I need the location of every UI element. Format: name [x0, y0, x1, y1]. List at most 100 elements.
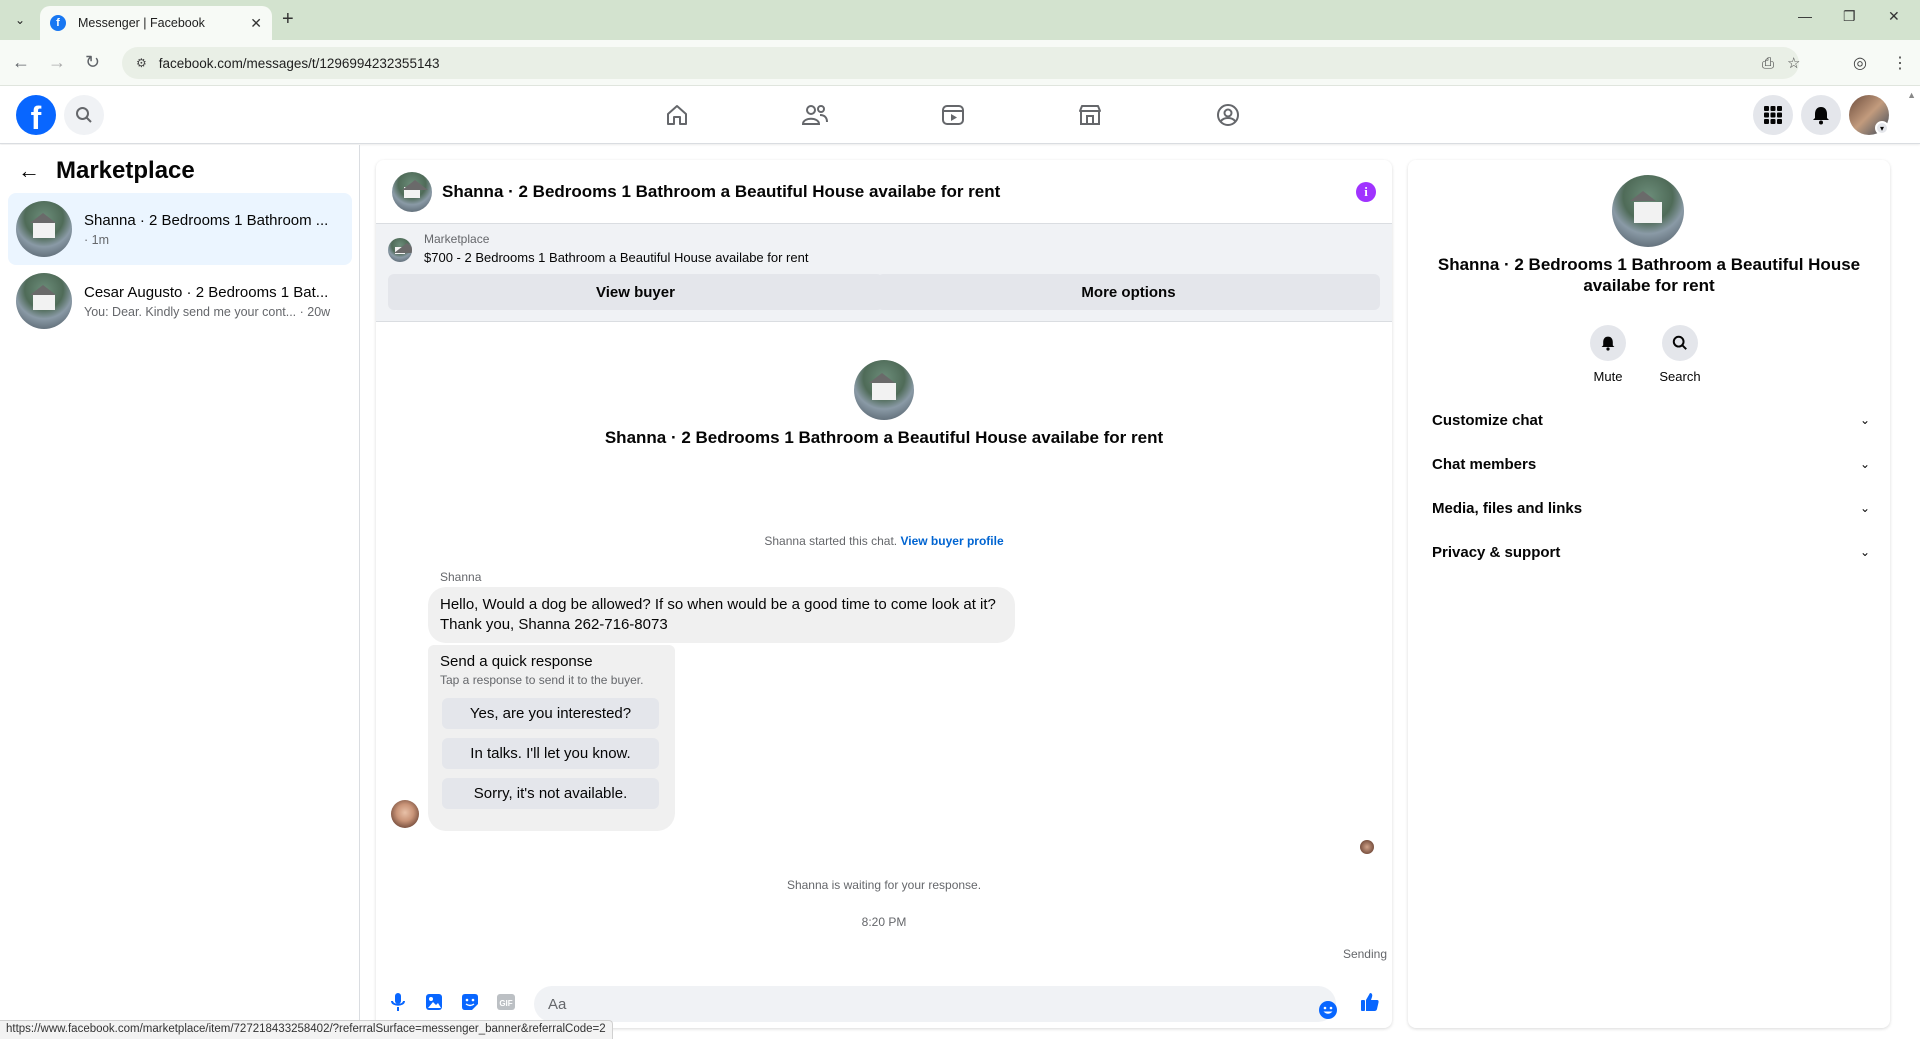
- tab-search-chevron-icon[interactable]: ⌄: [8, 8, 32, 32]
- chat-avatar[interactable]: [392, 171, 432, 212]
- chat-intro-avatar: [854, 360, 914, 420]
- address-bar: ← → ↻ ⚙ facebook.com/messages/t/12969942…: [0, 40, 1920, 86]
- facebook-logo[interactable]: f: [16, 95, 56, 135]
- media-files-links-section[interactable]: Media, files and links ⌄: [1416, 486, 1882, 530]
- mute-label: Mute: [1593, 369, 1623, 384]
- details-avatar[interactable]: [1612, 175, 1684, 247]
- section-label: Media, files and links: [1432, 499, 1583, 517]
- sidebar-header: ← Marketplace: [18, 157, 195, 185]
- account-chevron-down-icon[interactable]: ▾: [1875, 121, 1889, 135]
- chat-header: Shanna · 2 Bedrooms 1 Bathroom a Beautif…: [376, 160, 1392, 224]
- facebook-favicon-icon: f: [50, 15, 66, 31]
- window-close-icon[interactable]: ✕: [1888, 8, 1900, 25]
- gif-icon[interactable]: GIF: [496, 992, 516, 1012]
- mute-action[interactable]: Mute: [1578, 325, 1638, 384]
- quick-response-subtitle: Tap a response to send it to the buyer.: [440, 673, 644, 687]
- back-arrow-icon[interactable]: ←: [12, 52, 30, 73]
- chrome-menu-icon[interactable]: ⋮: [1892, 53, 1908, 73]
- menu-grid-icon[interactable]: [1753, 95, 1793, 135]
- restore-icon[interactable]: ❐: [1843, 8, 1856, 25]
- reload-icon[interactable]: ↻: [85, 52, 100, 73]
- install-app-icon[interactable]: ⎙: [1762, 47, 1774, 79]
- url-omnibox[interactable]: ⚙ facebook.com/messages/t/12969942323551…: [122, 47, 1800, 79]
- chevron-down-icon: ⌄: [1859, 413, 1870, 427]
- message-input[interactable]: [534, 986, 1336, 1022]
- chat-title[interactable]: Shanna · 2 Bedrooms 1 Bathroom a Beautif…: [442, 182, 1000, 202]
- chevron-down-icon: ⌄: [1859, 501, 1870, 515]
- sticker-icon[interactable]: [460, 992, 480, 1012]
- banner-label: Marketplace: [424, 232, 490, 246]
- gaming-icon[interactable]: [1172, 94, 1284, 136]
- chat-panel: Shanna · 2 Bedrooms 1 Bathroom a Beautif…: [376, 160, 1392, 1028]
- message-bubble[interactable]: Hello, Would a dog be allowed? If so whe…: [428, 587, 1015, 643]
- listing-description[interactable]: $700 - 2 Bedrooms 1 Bathroom a Beautiful…: [424, 250, 808, 265]
- chat-members-section[interactable]: Chat members ⌄: [1416, 442, 1882, 486]
- svg-text:GIF: GIF: [499, 999, 512, 1008]
- chevron-down-icon: ⌄: [1859, 457, 1870, 471]
- browser-tab[interactable]: f Messenger | Facebook ✕: [40, 6, 272, 40]
- search-label: Search: [1659, 369, 1701, 384]
- chat-intro: [376, 360, 1392, 420]
- conversation-snippet: · 1m: [84, 232, 109, 247]
- quick-response-title: Send a quick response: [440, 653, 593, 670]
- forward-arrow-icon[interactable]: →: [48, 52, 66, 73]
- chat-started-notice: Shanna started this chat. View buyer pro…: [376, 534, 1392, 548]
- conversation-item-shanna[interactable]: Shanna · 2 Bedrooms 1 Bathroom ... · 1m: [8, 193, 352, 265]
- back-arrow-icon[interactable]: ←: [18, 158, 40, 184]
- sidebar-title: Marketplace: [56, 157, 195, 184]
- home-icon[interactable]: [621, 94, 733, 136]
- section-label: Chat members: [1432, 455, 1537, 473]
- quick-response-card: Send a quick response Tap a response to …: [428, 645, 675, 831]
- listing-thumbnail: [16, 201, 72, 257]
- minimize-icon[interactable]: —: [1798, 8, 1812, 24]
- customize-chat-section[interactable]: Customize chat ⌄: [1416, 398, 1882, 442]
- notifications-bell-icon[interactable]: [1801, 95, 1841, 135]
- new-tab-plus-icon[interactable]: +: [282, 8, 294, 31]
- privacy-support-section[interactable]: Privacy & support ⌄: [1416, 530, 1882, 574]
- section-label: Privacy & support: [1432, 543, 1561, 561]
- info-icon[interactable]: i: [1356, 182, 1376, 202]
- view-buyer-button[interactable]: View buyer: [388, 274, 883, 310]
- search-icon[interactable]: [64, 95, 104, 135]
- video-icon[interactable]: [897, 94, 1009, 136]
- message-timestamp: 8:20 PM: [861, 915, 907, 929]
- bell-icon[interactable]: [1590, 325, 1626, 361]
- sender-name: Shanna: [440, 570, 482, 584]
- quick-response-option[interactable]: Sorry, it's not available.: [442, 778, 659, 809]
- quick-response-option[interactable]: In talks. I'll let you know.: [442, 738, 659, 769]
- thumbs-up-icon[interactable]: [1360, 992, 1380, 1012]
- started-text: Shanna started this chat.: [764, 534, 898, 548]
- more-options-button[interactable]: More options: [877, 274, 1380, 310]
- listing-thumbnail: [16, 273, 72, 329]
- profile-icon[interactable]: ◎: [1853, 53, 1867, 73]
- section-label: Customize chat: [1432, 411, 1543, 429]
- conversation-item-cesar[interactable]: Cesar Augusto · 2 Bedrooms 1 Bat... You:…: [8, 265, 352, 337]
- listing-thumbnail: [388, 238, 412, 262]
- scroll-up-arrow-icon[interactable]: ▲: [1907, 90, 1916, 100]
- search-action[interactable]: Search: [1650, 325, 1710, 384]
- emoji-icon[interactable]: [1318, 1000, 1338, 1020]
- link-status-bar: https://www.facebook.com/marketplace/ite…: [0, 1020, 613, 1039]
- buyer-avatar[interactable]: [391, 800, 419, 828]
- view-buyer-profile-link[interactable]: View buyer profile: [900, 534, 1003, 548]
- conversation-sidebar: ← Marketplace Shanna · 2 Bedrooms 1 Bath…: [0, 145, 360, 1039]
- chevron-down-icon: ⌄: [1859, 545, 1870, 559]
- search-icon[interactable]: [1662, 325, 1698, 361]
- conversation-name: Cesar Augusto · 2 Bedrooms 1 Bat...: [84, 283, 329, 301]
- url-text: facebook.com/messages/t/1296994232355143: [158, 55, 440, 71]
- friends-icon[interactable]: [759, 94, 871, 136]
- bookmark-star-icon[interactable]: ☆: [1787, 47, 1800, 79]
- marketplace-banner: Marketplace $700 - 2 Bedrooms 1 Bathroom…: [376, 224, 1392, 322]
- chat-intro-title: Shanna · 2 Bedrooms 1 Bathroom a Beautif…: [604, 428, 1164, 447]
- chat-details-panel: Shanna · 2 Bedrooms 1 Bathroom a Beautif…: [1408, 160, 1890, 1028]
- waiting-notice: Shanna is waiting for your response.: [786, 878, 982, 892]
- browser-tab-bar: ⌄ f Messenger | Facebook ✕ + — ❐ ✕: [0, 0, 1920, 40]
- tab-close-icon[interactable]: ✕: [250, 15, 262, 32]
- marketplace-icon[interactable]: [1034, 94, 1146, 136]
- tab-title: Messenger | Facebook: [78, 16, 205, 30]
- sending-status: Sending: [1342, 947, 1387, 961]
- site-info-icon[interactable]: ⚙: [136, 56, 147, 70]
- quick-response-option[interactable]: Yes, are you interested?: [442, 698, 659, 729]
- microphone-icon[interactable]: [388, 992, 408, 1012]
- photo-icon[interactable]: [424, 992, 444, 1012]
